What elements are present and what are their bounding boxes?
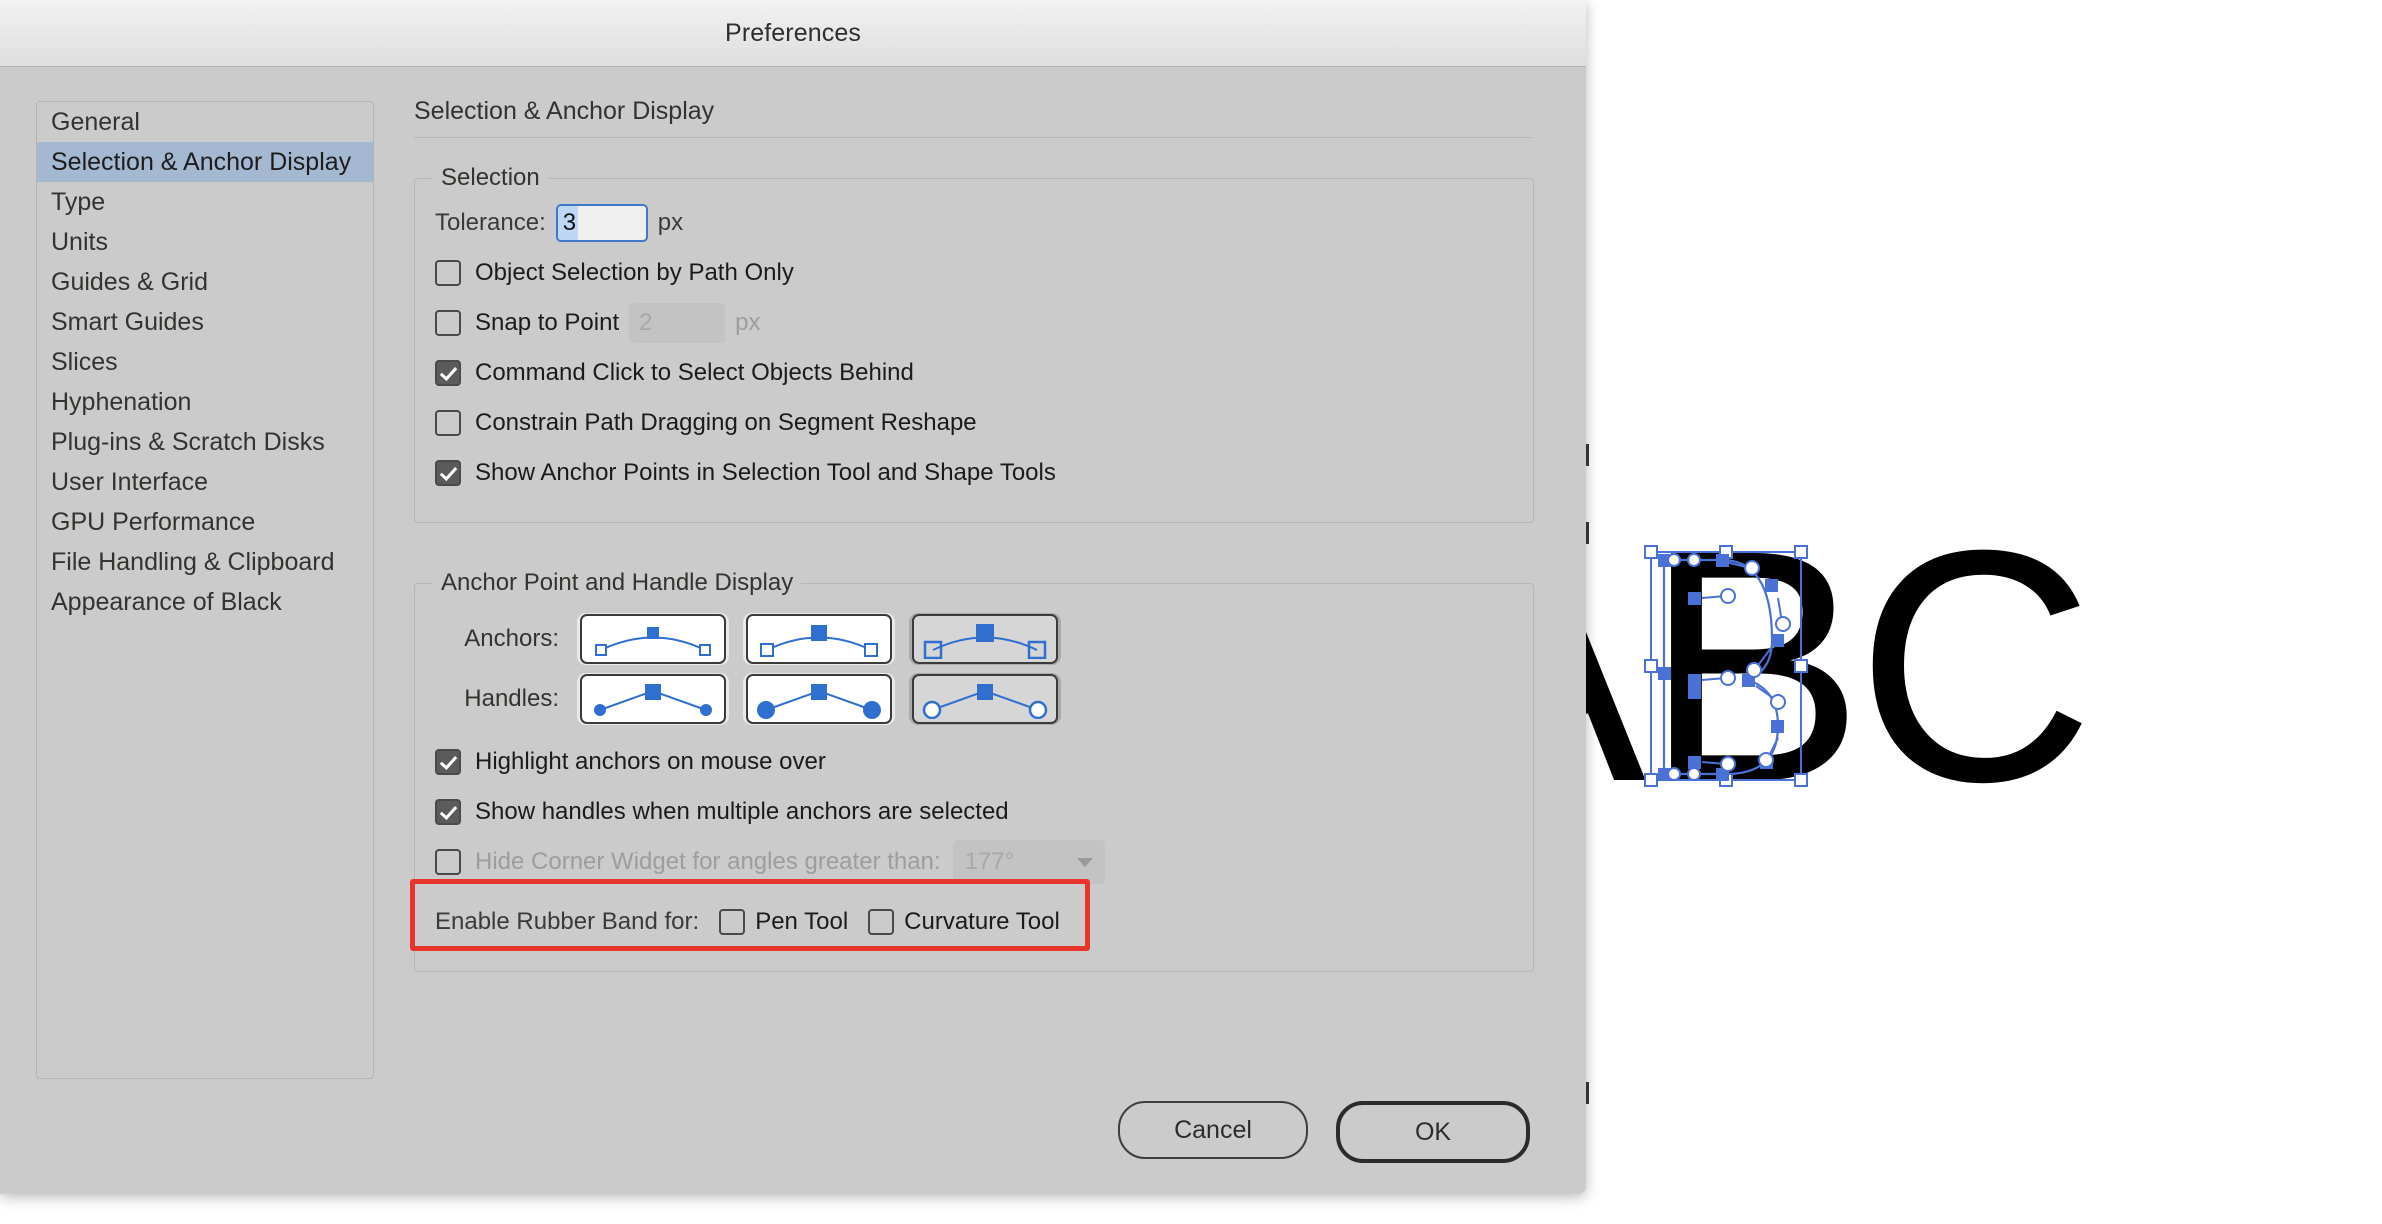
handles-label: Handles: <box>464 685 559 712</box>
sidebar-item-type[interactable]: Type <box>37 182 373 222</box>
snap-to-point-row[interactable]: Snap to Point 2 px <box>415 298 1533 348</box>
handles-option-group[interactable] <box>577 673 1061 725</box>
sidebar-item-appearance-of-black[interactable]: Appearance of Black <box>37 582 373 622</box>
sidebar-item-selection-anchor-display[interactable]: Selection & Anchor Display <box>37 142 373 182</box>
object-selection-by-path-only-row[interactable]: Object Selection by Path Only <box>415 248 1533 298</box>
anchors-small-icon <box>595 627 711 656</box>
handles-row: Handles: <box>415 669 1533 729</box>
hide-corner-widget-checkbox[interactable] <box>435 849 461 875</box>
dialog-titlebar[interactable]: Preferences <box>0 0 1586 67</box>
constrain-path-dragging-checkbox[interactable] <box>435 410 461 436</box>
command-click-select-behind-label: Command Click to Select Objects Behind <box>475 359 914 386</box>
selection-group-legend: Selection <box>441 164 540 191</box>
anchor-handle-display-legend: Anchor Point and Handle Display <box>441 569 794 596</box>
corner-angle-dropdown: 177° <box>952 840 1105 884</box>
sidebar-item-guides-grid[interactable]: Guides & Grid <box>37 262 373 302</box>
command-click-select-behind-checkbox[interactable] <box>435 360 461 386</box>
selection-group: Selection Tolerance: 3 px Object Selecti… <box>414 164 1534 523</box>
anchors-large-button[interactable] <box>909 613 1061 665</box>
constrain-path-dragging-row[interactable]: Constrain Path Dragging on Segment Resha… <box>415 398 1533 448</box>
snap-to-point-label: Snap to Point <box>475 309 620 336</box>
handles-large-solid-button[interactable] <box>743 673 895 725</box>
dialog-body: General Selection & Anchor Display Type … <box>0 67 1586 1194</box>
show-handles-multiple-row[interactable]: Show handles when multiple anchors are s… <box>415 787 1533 837</box>
letter-c-glyph: C <box>1856 530 2094 850</box>
anchor-handle-display-group: Anchor Point and Handle Display Anchors: <box>414 569 1534 972</box>
snap-to-point-unit: px <box>735 309 761 336</box>
object-selection-by-path-only-checkbox[interactable] <box>435 260 461 286</box>
anchors-row: Anchors: <box>415 609 1533 669</box>
show-anchor-points-label: Show Anchor Points in Selection Tool and… <box>475 459 1056 486</box>
hide-corner-widget-label: Hide Corner Widget for angles greater th… <box>475 848 941 875</box>
illustrator-canvas[interactable]: A B C <box>1426 0 2382 1224</box>
page-title: Selection & Anchor Display <box>414 97 1532 138</box>
handles-small-solid-icon <box>594 684 712 716</box>
rubber-band-pen-tool[interactable]: Pen Tool <box>719 908 848 936</box>
snap-to-point-value: 2 <box>639 309 653 336</box>
object-selection-by-path-only-label: Object Selection by Path Only <box>475 259 794 286</box>
show-anchor-points-row[interactable]: Show Anchor Points in Selection Tool and… <box>415 448 1533 498</box>
curvature-tool-checkbox[interactable] <box>868 909 895 935</box>
screen: A B C <box>0 0 2382 1224</box>
snap-to-point-checkbox[interactable] <box>435 310 461 336</box>
sidebar-item-hyphenation[interactable]: Hyphenation <box>37 382 373 422</box>
chevron-down-icon <box>1076 857 1093 867</box>
curvature-tool-label: Curvature Tool <box>904 908 1060 935</box>
anchors-small-button[interactable] <box>577 613 729 665</box>
cancel-button[interactable]: Cancel <box>1118 1101 1308 1159</box>
tolerance-value: 3 <box>557 206 579 240</box>
anchors-large-icon <box>923 624 1047 659</box>
tolerance-label: Tolerance: <box>435 209 546 236</box>
show-handles-multiple-label: Show handles when multiple anchors are s… <box>475 798 1009 825</box>
preferences-pane: Selection & Anchor Display Selection Tol… <box>414 97 1534 972</box>
command-click-select-behind-row[interactable]: Command Click to Select Objects Behind <box>415 348 1533 398</box>
corner-angle-value: 177° <box>964 848 1015 875</box>
anchors-label: Anchors: <box>464 625 559 652</box>
sidebar-item-units[interactable]: Units <box>37 222 373 262</box>
dialog-title: Preferences <box>725 18 861 47</box>
sidebar-item-slices[interactable]: Slices <box>37 342 373 382</box>
preferences-dialog: Preferences General Selection & Anchor D… <box>0 0 1586 1194</box>
rubber-band-row: Enable Rubber Band for: Pen Tool Curvatu… <box>415 897 1533 947</box>
pen-tool-label: Pen Tool <box>755 908 849 935</box>
tolerance-unit: px <box>657 209 684 236</box>
handles-large-solid-icon <box>757 684 881 719</box>
show-handles-multiple-checkbox[interactable] <box>435 799 461 825</box>
highlight-anchors-checkbox[interactable] <box>435 749 461 775</box>
letter-b-glyph: B <box>1644 530 1864 850</box>
highlight-anchors-row[interactable]: Highlight anchors on mouse over <box>415 737 1533 787</box>
handles-hollow-icon <box>922 684 1048 719</box>
handles-hollow-button[interactable] <box>909 673 1061 725</box>
anchors-medium-icon <box>760 625 878 657</box>
preferences-category-list[interactable]: General Selection & Anchor Display Type … <box>36 101 374 1079</box>
hide-corner-widget-row[interactable]: Hide Corner Widget for angles greater th… <box>415 837 1533 887</box>
ok-button[interactable]: OK <box>1336 1101 1530 1163</box>
constrain-path-dragging-label: Constrain Path Dragging on Segment Resha… <box>475 409 977 436</box>
tolerance-row: Tolerance: 3 px <box>415 198 1533 248</box>
snap-to-point-input: 2 <box>629 303 726 343</box>
handles-small-solid-button[interactable] <box>577 673 729 725</box>
anchors-option-group[interactable] <box>577 613 1061 665</box>
pen-tool-checkbox[interactable] <box>719 909 746 935</box>
sidebar-item-file-handling-clipboard[interactable]: File Handling & Clipboard <box>37 542 373 582</box>
sidebar-item-smart-guides[interactable]: Smart Guides <box>37 302 373 342</box>
highlight-anchors-label: Highlight anchors on mouse over <box>475 748 826 775</box>
sidebar-item-gpu-performance[interactable]: GPU Performance <box>37 502 373 542</box>
dialog-button-bar: Cancel OK <box>1118 1101 1530 1163</box>
sidebar-item-user-interface[interactable]: User Interface <box>37 462 373 502</box>
anchors-medium-button[interactable] <box>743 613 895 665</box>
sidebar-item-general[interactable]: General <box>37 102 373 142</box>
rubber-band-curvature-tool[interactable]: Curvature Tool <box>868 908 1060 936</box>
show-anchor-points-checkbox[interactable] <box>435 460 461 486</box>
sidebar-item-plugins-scratch-disks[interactable]: Plug-ins & Scratch Disks <box>37 422 373 462</box>
rubber-band-label: Enable Rubber Band for: <box>435 908 700 935</box>
tolerance-input[interactable]: 3 <box>555 204 648 242</box>
